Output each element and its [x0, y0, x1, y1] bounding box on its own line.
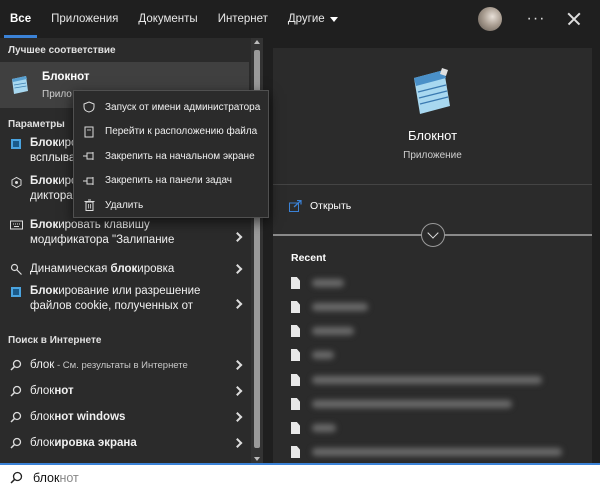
- web-item-1[interactable]: блок - См. результаты в Интернете: [0, 352, 249, 378]
- recent-file[interactable]: [291, 300, 368, 314]
- app-type: Приложение: [403, 150, 462, 161]
- shield-settings-icon: [8, 284, 24, 298]
- document-icon: [291, 398, 300, 410]
- menu-item-uninstall[interactable]: Удалить: [74, 193, 268, 218]
- recent-file[interactable]: [291, 348, 334, 362]
- settings-item-3[interactable]: Блокировать клавишу модификатора "Залипан…: [0, 218, 249, 256]
- recent-title: Recent: [291, 252, 327, 264]
- document-icon: [291, 374, 300, 386]
- open-button[interactable]: Открыть: [289, 200, 351, 212]
- close-icon[interactable]: [562, 7, 586, 31]
- document-icon: [291, 349, 300, 361]
- scroll-up-icon[interactable]: [254, 40, 260, 44]
- caret-down-icon: [329, 16, 338, 22]
- menu-item-run-as-admin[interactable]: Запуск от имени администратора: [74, 95, 268, 120]
- tab-apps[interactable]: Приложения: [41, 0, 128, 38]
- expand-chevron-icon[interactable]: [421, 223, 445, 247]
- recent-file[interactable]: [291, 373, 542, 387]
- settings-item-4[interactable]: Динамическая блокировка: [0, 256, 249, 282]
- search-icon: [8, 437, 24, 449]
- recent-file[interactable]: [291, 445, 562, 459]
- search-bar[interactable]: блок нот: [0, 463, 600, 490]
- narrator-icon: [8, 174, 24, 189]
- key-icon: [8, 263, 24, 276]
- recent-file[interactable]: [291, 324, 354, 338]
- shield-icon: [82, 101, 96, 113]
- keyboard-icon: [8, 218, 24, 230]
- settings-item-5[interactable]: Блокирование или разрешение файлов cookie…: [0, 284, 249, 324]
- tab-web[interactable]: Интернет: [208, 0, 278, 38]
- file-location-icon: [82, 126, 96, 138]
- context-menu: Запуск от имени администратора Перейти к…: [73, 90, 269, 218]
- trash-icon: [82, 199, 96, 212]
- document-icon: [291, 301, 300, 313]
- recent-file[interactable]: [291, 276, 344, 290]
- search-icon: [8, 359, 24, 371]
- search-typed-text: блок: [33, 470, 60, 485]
- document-icon: [291, 277, 300, 289]
- scroll-down-icon[interactable]: [254, 457, 260, 461]
- document-icon: [291, 446, 300, 458]
- web-item-3[interactable]: блокнот windows: [0, 404, 249, 430]
- document-icon: [291, 422, 300, 434]
- top-right-controls: ···: [478, 0, 600, 38]
- notepad-icon: [12, 76, 28, 94]
- tab-more[interactable]: Другие: [278, 0, 348, 38]
- menu-item-pin-start[interactable]: Закрепить на начальном экране: [74, 144, 268, 169]
- settings-badge-icon: [8, 136, 24, 150]
- section-best-match: Лучшее соответствие: [8, 44, 116, 56]
- tab-all[interactable]: Все: [0, 0, 41, 38]
- web-item-4[interactable]: блокировка экрана: [0, 430, 249, 456]
- top-bar: Все Приложения Документы Интернет Другие…: [0, 0, 600, 38]
- menu-item-pin-taskbar[interactable]: Закрепить на панели задач: [74, 169, 268, 194]
- search-icon: [8, 385, 24, 397]
- recent-file[interactable]: [291, 397, 512, 411]
- best-match-name: Блокнот: [42, 70, 90, 83]
- pin-icon: [82, 151, 96, 161]
- recent-file[interactable]: [291, 421, 336, 435]
- search-icon: [10, 471, 23, 484]
- section-web-search: Поиск в Интернете: [8, 334, 102, 346]
- pin-taskbar-icon: [82, 176, 96, 186]
- app-name: Блокнот: [407, 128, 458, 143]
- search-suggestion-text: нот: [59, 470, 79, 485]
- open-icon: [289, 200, 302, 212]
- notepad-large-icon: [414, 68, 450, 114]
- avatar[interactable]: [478, 7, 502, 31]
- search-icon: [8, 411, 24, 423]
- tab-documents[interactable]: Документы: [128, 0, 207, 38]
- details-panel: Блокнот Приложение Открыть Recent: [273, 48, 592, 463]
- document-icon: [291, 325, 300, 337]
- menu-item-open-location[interactable]: Перейти к расположению файла: [74, 120, 268, 145]
- divider: [273, 184, 592, 185]
- web-item-2[interactable]: блокнот: [0, 378, 249, 404]
- more-options-icon[interactable]: ···: [524, 10, 548, 28]
